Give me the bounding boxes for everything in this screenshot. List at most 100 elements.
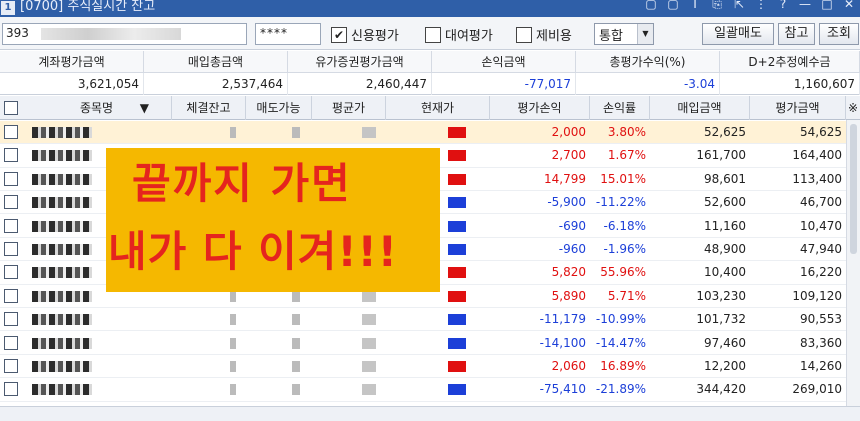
popout-icon[interactable]: ⇱: [732, 0, 746, 11]
total-return-rate: -3.04: [576, 73, 720, 95]
reference-button[interactable]: 참고: [778, 23, 815, 45]
account-input[interactable]: 393: [2, 23, 247, 45]
table-row[interactable]: -14,100 -14.47% 97,460 83,360: [0, 332, 846, 355]
pnl-rate-cell: -6.18%: [603, 218, 646, 233]
layout-icon[interactable]: ▢: [644, 0, 658, 11]
query-button[interactable]: 조회: [819, 23, 859, 45]
redacted-price: [448, 244, 466, 255]
menu-icon[interactable]: ⋮: [754, 0, 768, 11]
eval-amount-cell: 47,940: [800, 242, 842, 256]
scroll-thumb[interactable]: [850, 124, 857, 254]
row-checkbox[interactable]: [4, 312, 18, 327]
copy-icon[interactable]: ⎘: [710, 0, 724, 11]
col-eval-amount[interactable]: 평가금액: [750, 96, 846, 120]
lend-eval-checkbox[interactable]: 대여평가: [425, 25, 493, 44]
row-checkbox[interactable]: [4, 195, 18, 210]
mode-select[interactable]: 통합 ▼: [594, 23, 654, 45]
split-icon[interactable]: ▢: [666, 0, 680, 11]
purchase-amount-cell: 344,420: [696, 382, 746, 397]
purchase-amount-cell: 10,400: [704, 265, 746, 280]
row-checkbox[interactable]: [4, 242, 18, 256]
redacted-cell: [32, 361, 92, 372]
help-icon[interactable]: ?: [776, 0, 790, 11]
redacted-cell: [362, 361, 376, 372]
redacted-cell: [32, 337, 92, 349]
eval-pnl-cell: 2,000: [551, 125, 586, 139]
eval-amount-cell: 10,470: [800, 218, 842, 233]
redacted-cell: [230, 127, 236, 138]
credit-eval-checkbox[interactable]: ✔ 신용평가: [331, 25, 399, 44]
col-eval-pnl[interactable]: 평가손익: [490, 96, 590, 120]
col-pnl-rate[interactable]: 손익률: [590, 96, 650, 120]
col-purchase-amount[interactable]: 매입금액: [650, 96, 750, 120]
row-checkbox[interactable]: [4, 171, 18, 186]
pnl-rate-cell: 15.01%: [600, 171, 646, 186]
pnl-rate-cell: 3.80%: [607, 125, 646, 139]
eval-pnl-cell: -5,900: [547, 195, 586, 210]
meme-banner: 끝까지 가면 내가 다 이겨!!!: [106, 148, 440, 292]
text-icon[interactable]: T: [688, 0, 702, 11]
col-avg-price[interactable]: 평균가: [312, 96, 386, 120]
row-checkbox[interactable]: [4, 125, 18, 139]
pnl-rate-cell: -14.47%: [595, 335, 646, 350]
row-checkbox[interactable]: [4, 218, 18, 233]
redacted-price: [448, 361, 466, 372]
account-masked: [40, 27, 181, 40]
eval-pnl-cell: -690: [558, 218, 586, 233]
col-stock-name-label: 종목명: [79, 101, 114, 115]
summary-header: 총평가수익(%): [576, 51, 720, 73]
redacted-cell: [230, 314, 236, 326]
eval-amount-cell: 109,120: [792, 288, 842, 303]
checkbox-empty-icon: [425, 26, 441, 43]
row-checkbox[interactable]: [4, 265, 18, 280]
cost-checkbox[interactable]: 제비용: [516, 25, 572, 44]
redacted-price: [448, 314, 466, 326]
table-row[interactable]: -11,179 -10.99% 101,732 90,553: [0, 308, 846, 332]
eval-pnl-cell: 5,820: [551, 265, 586, 280]
redacted-cell: [32, 314, 92, 326]
purchase-amount-cell: 48,900: [704, 242, 746, 256]
select-all-checkbox[interactable]: [4, 101, 18, 115]
col-stock-name[interactable]: 종목명 ▼: [22, 96, 172, 120]
eval-pnl-cell: 2,700: [551, 148, 586, 163]
close-icon[interactable]: ✕: [842, 0, 856, 11]
redacted-price: [448, 384, 466, 396]
settings-icon[interactable]: ※: [846, 96, 860, 120]
window-title: [0700] 주식실시간 잔고: [20, 0, 156, 14]
redacted-cell: [230, 290, 236, 302]
row-checkbox[interactable]: [4, 359, 18, 373]
col-current-price[interactable]: 현재가: [386, 96, 490, 120]
purchase-amount-cell: 161,700: [696, 148, 746, 163]
window-controls: ▢ ▢ T ⎘ ⇱ ⋮ ? — □ ✕: [644, 0, 856, 11]
col-sellable[interactable]: 매도가능: [246, 96, 312, 120]
redacted-cell: [292, 337, 300, 349]
maximize-icon[interactable]: □: [820, 0, 834, 11]
redacted-cell: [292, 127, 300, 138]
redacted-cell: [362, 337, 376, 349]
purchase-amount-cell: 52,600: [704, 195, 746, 210]
vertical-scrollbar[interactable]: [846, 120, 860, 406]
status-bar: [0, 406, 860, 421]
row-checkbox[interactable]: [4, 335, 18, 350]
redacted-cell: [230, 337, 236, 349]
app-icon: 1: [1, 1, 15, 15]
sort-down-icon[interactable]: ▼: [140, 96, 149, 120]
sell-all-button[interactable]: 일괄매도: [702, 23, 774, 45]
table-row[interactable]: 2,060 16.89% 12,200 14,260: [0, 355, 846, 379]
summary-header: 매입총금액: [144, 51, 288, 73]
row-checkbox[interactable]: [4, 148, 18, 163]
password-field[interactable]: ****: [255, 23, 321, 45]
row-checkbox[interactable]: [4, 288, 18, 303]
d2-deposit: 1,160,607: [720, 73, 860, 95]
chevron-down-icon: ▼: [637, 24, 653, 44]
summary-header: D+2추정예수금: [720, 51, 860, 73]
redacted-price: [448, 337, 466, 349]
minimize-icon[interactable]: —: [798, 0, 812, 11]
redacted-cell: [362, 290, 376, 302]
col-filled-balance[interactable]: 체결잔고: [172, 96, 246, 120]
row-checkbox[interactable]: [4, 382, 18, 397]
redacted-cell: [32, 290, 92, 302]
table-row[interactable]: -75,410 -21.89% 344,420 269,010: [0, 378, 846, 402]
summary-header: 손익금액: [432, 51, 576, 73]
table-row[interactable]: 2,000 3.80% 52,625 54,625: [0, 121, 846, 145]
